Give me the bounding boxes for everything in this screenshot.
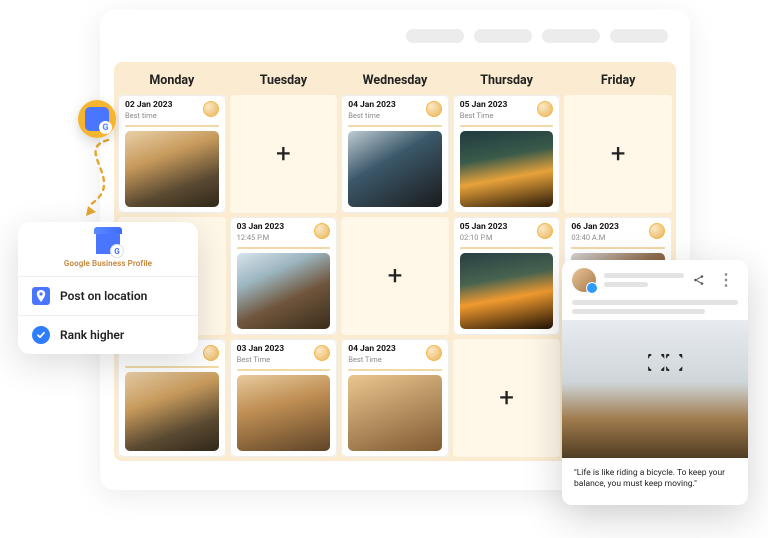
post-body-placeholder [562, 300, 748, 320]
card-subtext: Best Time [237, 356, 285, 365]
post-author-placeholder [604, 273, 684, 287]
calendar-cell: 05 Jan 2023Best Time [453, 95, 561, 213]
calendar-headers: MondayTuesdayWednesdayThursdayFriday [118, 66, 672, 95]
calendar-cell: 03 Jan 2023Best Time [230, 339, 338, 457]
post-card[interactable]: 05 Jan 202302:10 P.M [453, 217, 561, 335]
post-thumbnail [348, 131, 442, 207]
post-card[interactable]: 11:40 A.M [118, 339, 226, 457]
calendar-day-header: Thursday [453, 66, 561, 95]
share-icon[interactable] [692, 273, 706, 287]
calendar-day-header: Wednesday [341, 66, 449, 95]
post-card[interactable]: 05 Jan 2023Best Time [453, 95, 561, 213]
more-icon[interactable]: ⋮ [714, 272, 738, 288]
add-post-cell[interactable]: + [564, 95, 672, 213]
post-thumbnail [460, 253, 554, 329]
gbp-popup-item[interactable]: Rank higher [18, 315, 198, 354]
post-card[interactable]: 04 Jan 2023Best time [341, 95, 449, 213]
card-subtext: Best time [125, 112, 173, 121]
card-date: 06 Jan 2023 [571, 223, 619, 233]
profile-badge [426, 101, 442, 117]
profile-badge [426, 345, 442, 361]
google-business-badge[interactable] [78, 100, 116, 138]
calendar-cell: 02 Jan 2023Best time [118, 95, 226, 213]
tab-pill[interactable] [542, 29, 600, 43]
tab-pill[interactable] [610, 29, 668, 43]
post-header: ⋮ [562, 260, 748, 300]
calendar-cell: 03 Jan 202312:45 P.M [230, 217, 338, 335]
card-date: 05 Jan 2023 [460, 101, 508, 111]
divider [125, 366, 219, 368]
profile-badge [314, 223, 330, 239]
calendar-day-header: Monday [118, 66, 226, 95]
profile-badge [203, 101, 219, 117]
gbp-popup: Google Business Profile Post on location… [18, 222, 198, 354]
divider [237, 247, 331, 249]
calendar-cell: 11:40 A.M [118, 339, 226, 457]
divider [348, 125, 442, 127]
profile-badge [537, 223, 553, 239]
post-caption: "Life is like riding a bicycle. To keep … [562, 458, 748, 505]
card-date: 03 Jan 2023 [237, 345, 285, 355]
tab-pill[interactable] [474, 29, 532, 43]
card-subtext: 03:40 A.M [571, 234, 619, 243]
plus-icon: + [611, 139, 626, 169]
add-post-cell[interactable]: + [341, 217, 449, 335]
profile-badge [203, 345, 219, 361]
card-subtext: 02:10 P.M [460, 234, 508, 243]
divider [571, 247, 665, 249]
post-card[interactable]: 03 Jan 202312:45 P.M [230, 217, 338, 335]
gbp-popup-header: Google Business Profile [18, 222, 198, 276]
post-card[interactable]: 03 Jan 2023Best Time [230, 339, 338, 457]
divider [460, 247, 554, 249]
post-thumbnail [237, 253, 331, 329]
profile-badge [314, 345, 330, 361]
post-preview-card: ⋮ "Life is like riding a bicycle. To kee… [562, 260, 748, 505]
post-card[interactable]: 02 Jan 2023Best time [118, 95, 226, 213]
card-date: 04 Jan 2023 [348, 345, 396, 355]
connector-arrow [60, 136, 130, 228]
card-subtext: Best time [348, 112, 396, 121]
card-subtext: 12:45 P.M [237, 234, 285, 243]
panel-tabs [100, 10, 690, 62]
plus-icon: + [499, 383, 514, 413]
post-thumbnail [348, 375, 442, 451]
divider [125, 125, 219, 127]
calendar-cell: 05 Jan 202302:10 P.M [453, 217, 561, 335]
calendar-day-header: Friday [564, 66, 672, 95]
add-post-cell[interactable]: + [230, 95, 338, 213]
post-thumbnail [125, 131, 219, 207]
profile-badge [537, 101, 553, 117]
divider [460, 125, 554, 127]
post-thumbnail [237, 375, 331, 451]
gbp-popup-item[interactable]: Post on location [18, 276, 198, 315]
divider [237, 369, 331, 371]
plus-icon: + [276, 139, 291, 169]
tab-pill[interactable] [406, 29, 464, 43]
post-card[interactable]: 04 Jan 2023Best Time [341, 339, 449, 457]
storefront-icon [96, 232, 120, 254]
gbp-popup-item-label: Rank higher [60, 328, 124, 342]
location-pin-icon [32, 287, 50, 305]
plus-icon: + [388, 261, 403, 291]
gbp-popup-title: Google Business Profile [64, 259, 152, 268]
post-thumbnail [460, 131, 554, 207]
card-date: 02 Jan 2023 [125, 101, 173, 111]
post-thumbnail [125, 372, 219, 451]
post-image [562, 320, 748, 458]
profile-badge [649, 223, 665, 239]
card-date: 03 Jan 2023 [237, 223, 285, 233]
card-date: 05 Jan 2023 [460, 223, 508, 233]
calendar-cell: 04 Jan 2023Best time [341, 95, 449, 213]
gbp-popup-item-label: Post on location [60, 289, 147, 303]
card-subtext: Best Time [460, 112, 508, 121]
calendar-day-header: Tuesday [230, 66, 338, 95]
add-post-cell[interactable]: + [453, 339, 561, 457]
card-date: 04 Jan 2023 [348, 101, 396, 111]
calendar-cell: 04 Jan 2023Best Time [341, 339, 449, 457]
divider [348, 369, 442, 371]
storefront-icon [85, 107, 109, 131]
card-subtext: Best Time [348, 356, 396, 365]
check-circle-icon [32, 326, 50, 344]
avatar[interactable] [572, 268, 596, 292]
